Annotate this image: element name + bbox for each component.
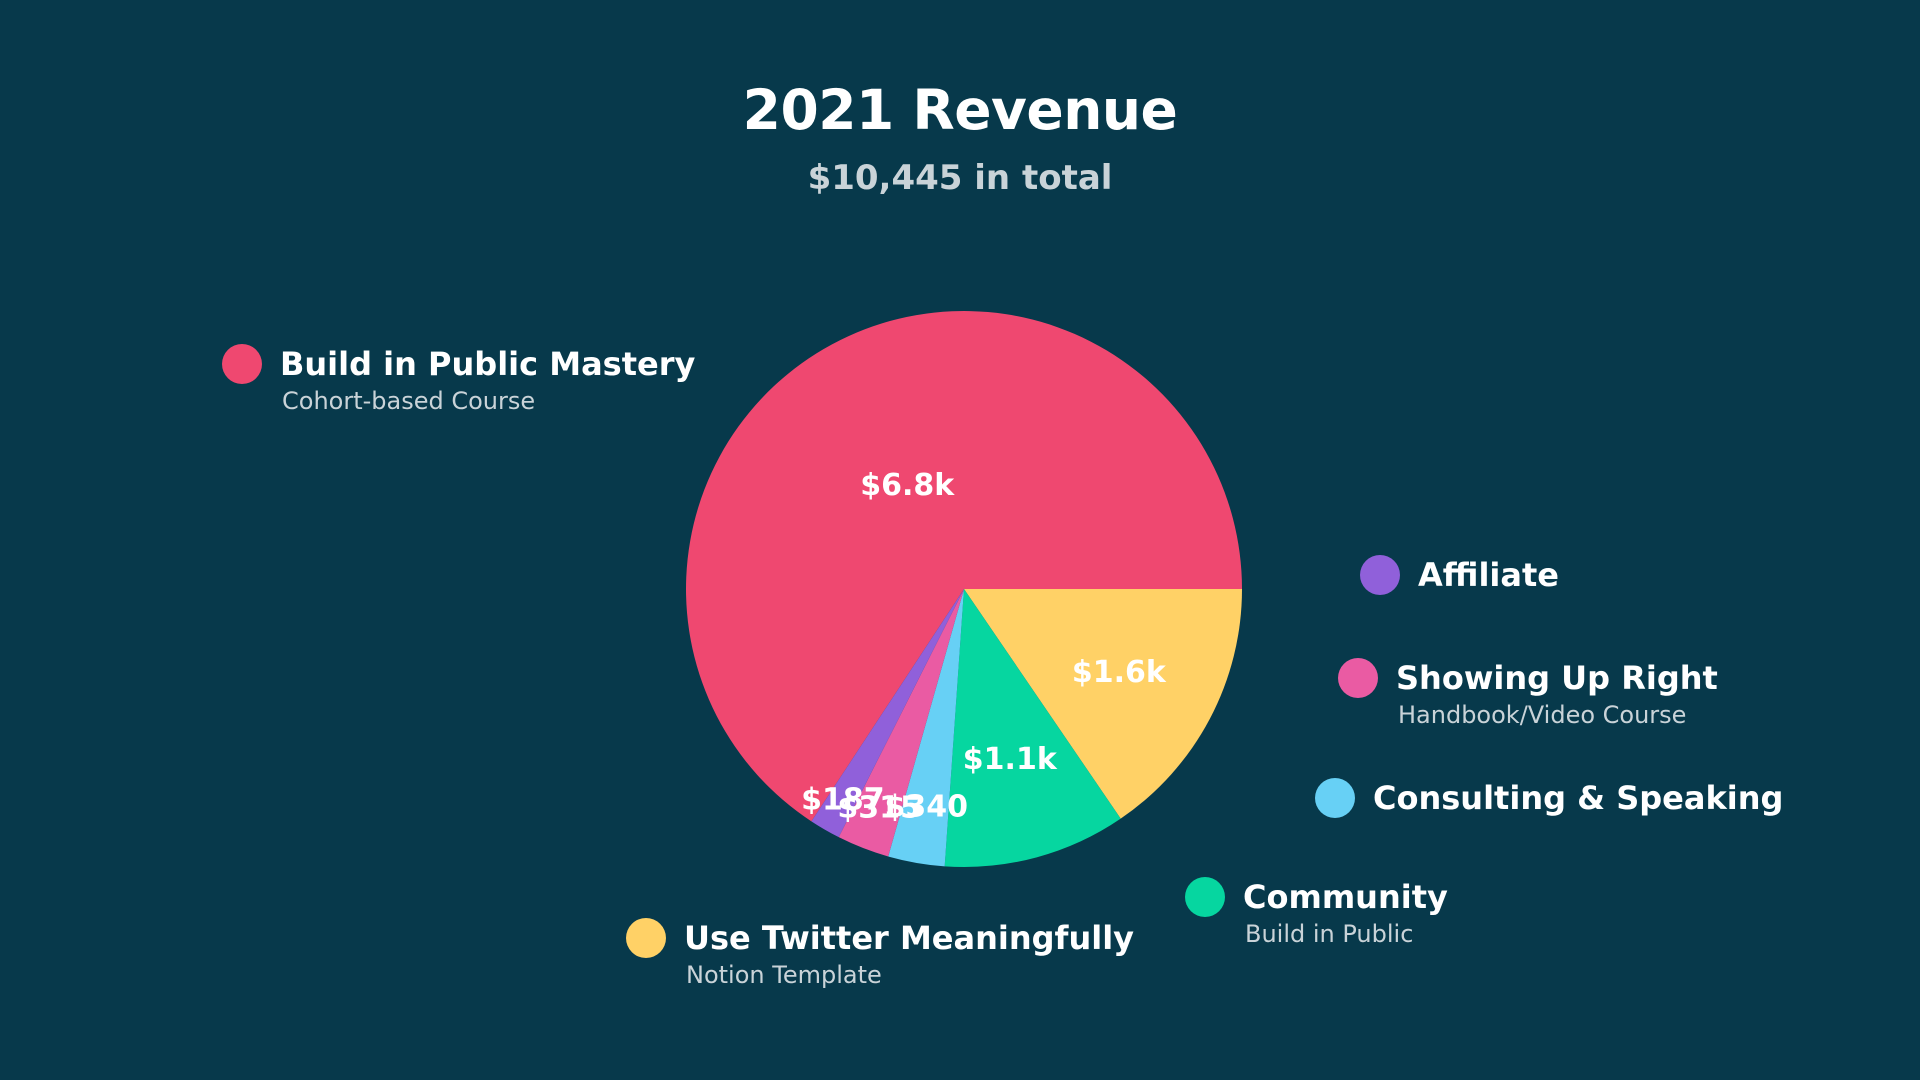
legend-swatch: [1315, 778, 1355, 818]
legend-name: Showing Up Right: [1396, 659, 1718, 697]
legend-name: Use Twitter Meaningfully: [684, 919, 1135, 957]
legend-item-affiliate: Affiliate: [1360, 555, 1559, 595]
legend-swatch: [1360, 555, 1400, 595]
legend-subtitle: Cohort-based Course: [282, 387, 536, 415]
legend-item-community: Community Build in Public: [1185, 877, 1448, 951]
legend-name: Build in Public Mastery: [280, 345, 696, 383]
legend-swatch: [1338, 658, 1378, 698]
legend-subtitle: Handbook/Video Course: [1398, 701, 1687, 729]
pie-slices: [686, 310, 1242, 868]
legend-item-consulting-speaking: Consulting & Speaking: [1315, 778, 1783, 818]
slice-value-label: $6.8k: [860, 468, 955, 503]
legend-swatch: [1185, 877, 1225, 917]
slice-value-label: $187: [801, 782, 885, 817]
slice-value-label: $1.6k: [1072, 655, 1167, 690]
legend-item-showing-up-right: Showing Up Right Handbook/Video Course: [1338, 658, 1718, 732]
legend-name: Consulting & Speaking: [1373, 779, 1784, 817]
legend-swatch: [222, 344, 262, 384]
slice-value-label: $1.1k: [963, 742, 1058, 777]
legend-name: Community: [1243, 878, 1448, 916]
legend-item-build-in-public-mastery: Build in Public Mastery Cohort-based Cou…: [222, 344, 695, 418]
legend-name: Affiliate: [1418, 556, 1559, 594]
legend-subtitle: Notion Template: [686, 961, 882, 989]
legend-subtitle: Build in Public: [1245, 920, 1414, 948]
legend-swatch: [626, 918, 666, 958]
legend-item-use-twitter-meaningfully: Use Twitter Meaningfully Notion Template: [626, 918, 1134, 992]
